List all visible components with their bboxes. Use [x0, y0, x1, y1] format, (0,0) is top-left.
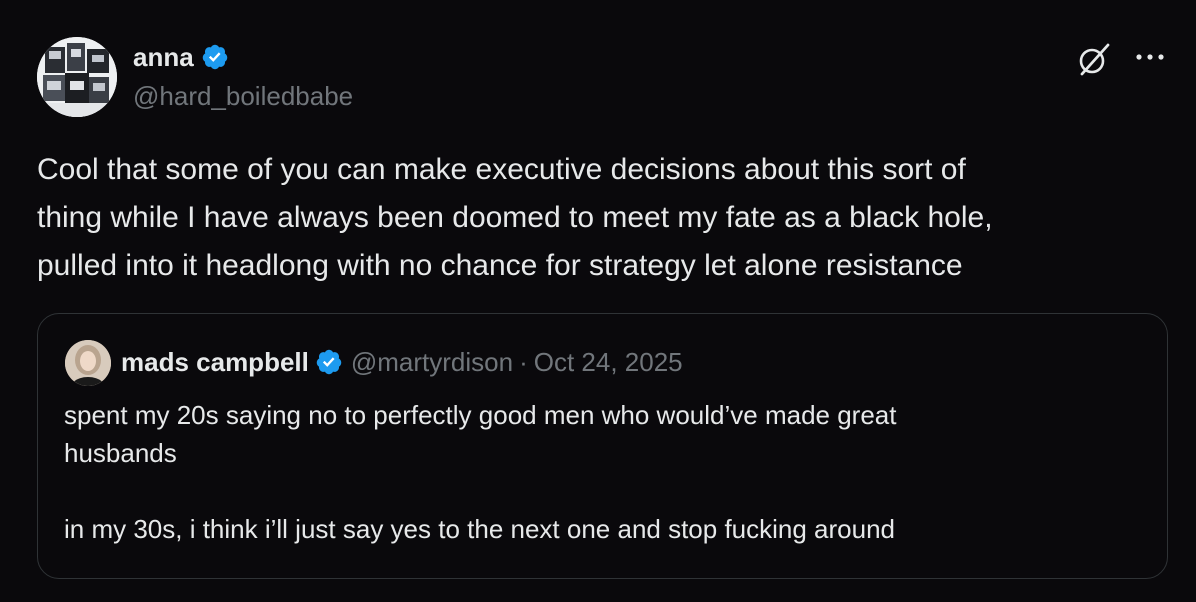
quoted-text-line: in my 30s, i think i’ll just say yes to …: [64, 514, 896, 544]
author-display-name[interactable]: anna: [133, 41, 194, 73]
tweet-text: Cool that some of you can make executive…: [37, 146, 1167, 290]
quoted-date[interactable]: Oct 24, 2025: [534, 346, 683, 378]
tweet-text-line: Cool that some of you can make executive…: [37, 153, 966, 186]
quoted-display-name[interactable]: mads campbell: [121, 346, 309, 378]
author-handle[interactable]: @hard_boiledbabe: [133, 80, 353, 112]
quoted-text-blank-line: [64, 472, 1144, 510]
grok-icon[interactable]: [1075, 40, 1113, 78]
tweet-text-line: pulled into it headlong with no chance f…: [37, 249, 963, 282]
author-name-row: anna: [133, 41, 229, 73]
quoted-tweet[interactable]: mads campbell @martyrdison · Oct 24, 202…: [37, 313, 1168, 579]
tweet: anna @hard_boiledbabe Cool that some of …: [0, 0, 1196, 602]
quoted-author-avatar[interactable]: [65, 340, 111, 386]
quoted-author-avatar-image: [65, 340, 111, 386]
quoted-text: spent my 20s saying no to perfectly good…: [64, 396, 1144, 548]
quoted-text-line: spent my 20s saying no to perfectly good…: [64, 400, 897, 430]
verified-badge-icon[interactable]: [315, 348, 343, 376]
verified-badge-icon[interactable]: [201, 43, 229, 71]
quoted-separator: ·: [519, 347, 528, 377]
author-avatar[interactable]: [37, 37, 117, 117]
quoted-header: mads campbell @martyrdison · Oct 24, 202…: [121, 346, 683, 378]
more-icon[interactable]: [1130, 40, 1170, 74]
tweet-text-line: thing while I have always been doomed to…: [37, 201, 993, 234]
quoted-text-line: husbands: [64, 438, 177, 468]
author-avatar-image: [37, 37, 117, 117]
quoted-handle[interactable]: @martyrdison: [351, 346, 513, 378]
